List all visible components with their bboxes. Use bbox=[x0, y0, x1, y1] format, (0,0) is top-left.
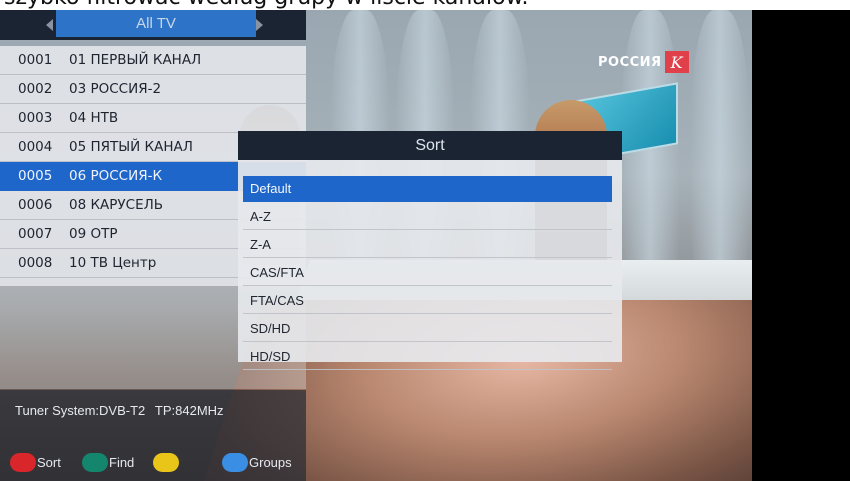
blue-key[interactable]: Groups bbox=[222, 452, 292, 472]
channel-logo-text: РОССИЯ bbox=[598, 54, 662, 70]
channel-number: 0004 bbox=[18, 139, 53, 155]
red-key-label: Sort bbox=[37, 454, 61, 470]
channel-row[interactable]: 0001 01 ПЕРВЫЙ КАНАЛ bbox=[0, 46, 306, 75]
channel-logo: РОССИЯ K bbox=[598, 50, 689, 74]
channel-number: 0001 bbox=[18, 52, 53, 68]
blue-button-icon bbox=[222, 452, 248, 472]
green-button-icon bbox=[82, 452, 108, 472]
tv-screen: РОССИЯ K All TV 0001 01 ПЕРВЫЙ КАНАЛ 0002 0… bbox=[0, 10, 752, 481]
channel-row[interactable]: 0002 03 РОССИЯ-2 bbox=[0, 75, 306, 104]
sort-option[interactable]: A-Z bbox=[243, 204, 612, 230]
green-key-label: Find bbox=[109, 454, 135, 470]
channel-number: 0008 bbox=[18, 255, 53, 271]
blue-key-label: Groups bbox=[249, 454, 292, 470]
sort-option[interactable]: Default bbox=[243, 176, 612, 202]
channel-name: 08 КАРУСЕЛЬ bbox=[69, 197, 164, 213]
channel-number: 0003 bbox=[18, 110, 53, 126]
caption-strip: szybko filtrować według grupy w liście k… bbox=[0, 0, 850, 10]
channel-number: 0002 bbox=[18, 81, 53, 97]
red-key[interactable]: Sort bbox=[10, 452, 61, 472]
sort-option[interactable]: HD/SD bbox=[243, 344, 612, 370]
transponder-frequency: TP:842MHz bbox=[154, 403, 224, 418]
yellow-key[interactable] bbox=[153, 452, 179, 472]
channel-logo-mark: K bbox=[664, 51, 689, 73]
caption-text: szybko filtrować według grupy w liście k… bbox=[4, 0, 529, 10]
sort-dialog-title: Sort bbox=[238, 131, 622, 160]
color-key-legend: Sort Find Groups bbox=[0, 450, 306, 474]
channel-name: 03 РОССИЯ-2 bbox=[69, 81, 162, 97]
channel-number: 0007 bbox=[18, 226, 53, 242]
tuner-info: Tuner System:DVB-T2 TP:842MHz bbox=[15, 403, 224, 418]
channel-name: 04 НТВ bbox=[69, 110, 119, 126]
channel-name: 09 ОТР bbox=[69, 226, 118, 242]
channel-name: 10 ТВ Центр bbox=[69, 255, 157, 271]
sort-option[interactable]: FTA/CAS bbox=[243, 288, 612, 314]
group-title[interactable]: All TV bbox=[56, 10, 256, 37]
sort-dialog: Sort Default A-Z Z-A CAS/FTA FTA/CAS SD/HD HD/… bbox=[238, 131, 622, 370]
sort-option[interactable]: SD/HD bbox=[243, 316, 612, 342]
channel-name: 06 РОССИЯ-К bbox=[69, 168, 163, 184]
red-button-icon bbox=[10, 452, 36, 472]
group-tab-bar: All TV bbox=[0, 10, 306, 40]
letterbox-bar bbox=[752, 10, 850, 481]
chevron-right-icon[interactable] bbox=[256, 19, 263, 31]
channel-row[interactable]: 0003 04 НТВ bbox=[0, 104, 306, 133]
channel-number: 0006 bbox=[18, 197, 53, 213]
sort-option[interactable]: CAS/FTA bbox=[243, 260, 612, 286]
channel-name: 01 ПЕРВЫЙ КАНАЛ bbox=[69, 52, 202, 68]
channel-number: 0005 bbox=[18, 168, 53, 184]
chevron-left-icon[interactable] bbox=[46, 19, 53, 31]
channel-name: 05 ПЯТЫЙ КАНАЛ bbox=[69, 139, 193, 155]
tuner-system: Tuner System:DVB-T2 bbox=[15, 403, 146, 418]
sort-options-list: Default A-Z Z-A CAS/FTA FTA/CAS SD/HD HD/SD bbox=[238, 160, 622, 370]
green-key[interactable]: Find bbox=[82, 452, 134, 472]
sort-option[interactable]: Z-A bbox=[243, 232, 612, 258]
yellow-button-icon bbox=[153, 452, 179, 472]
